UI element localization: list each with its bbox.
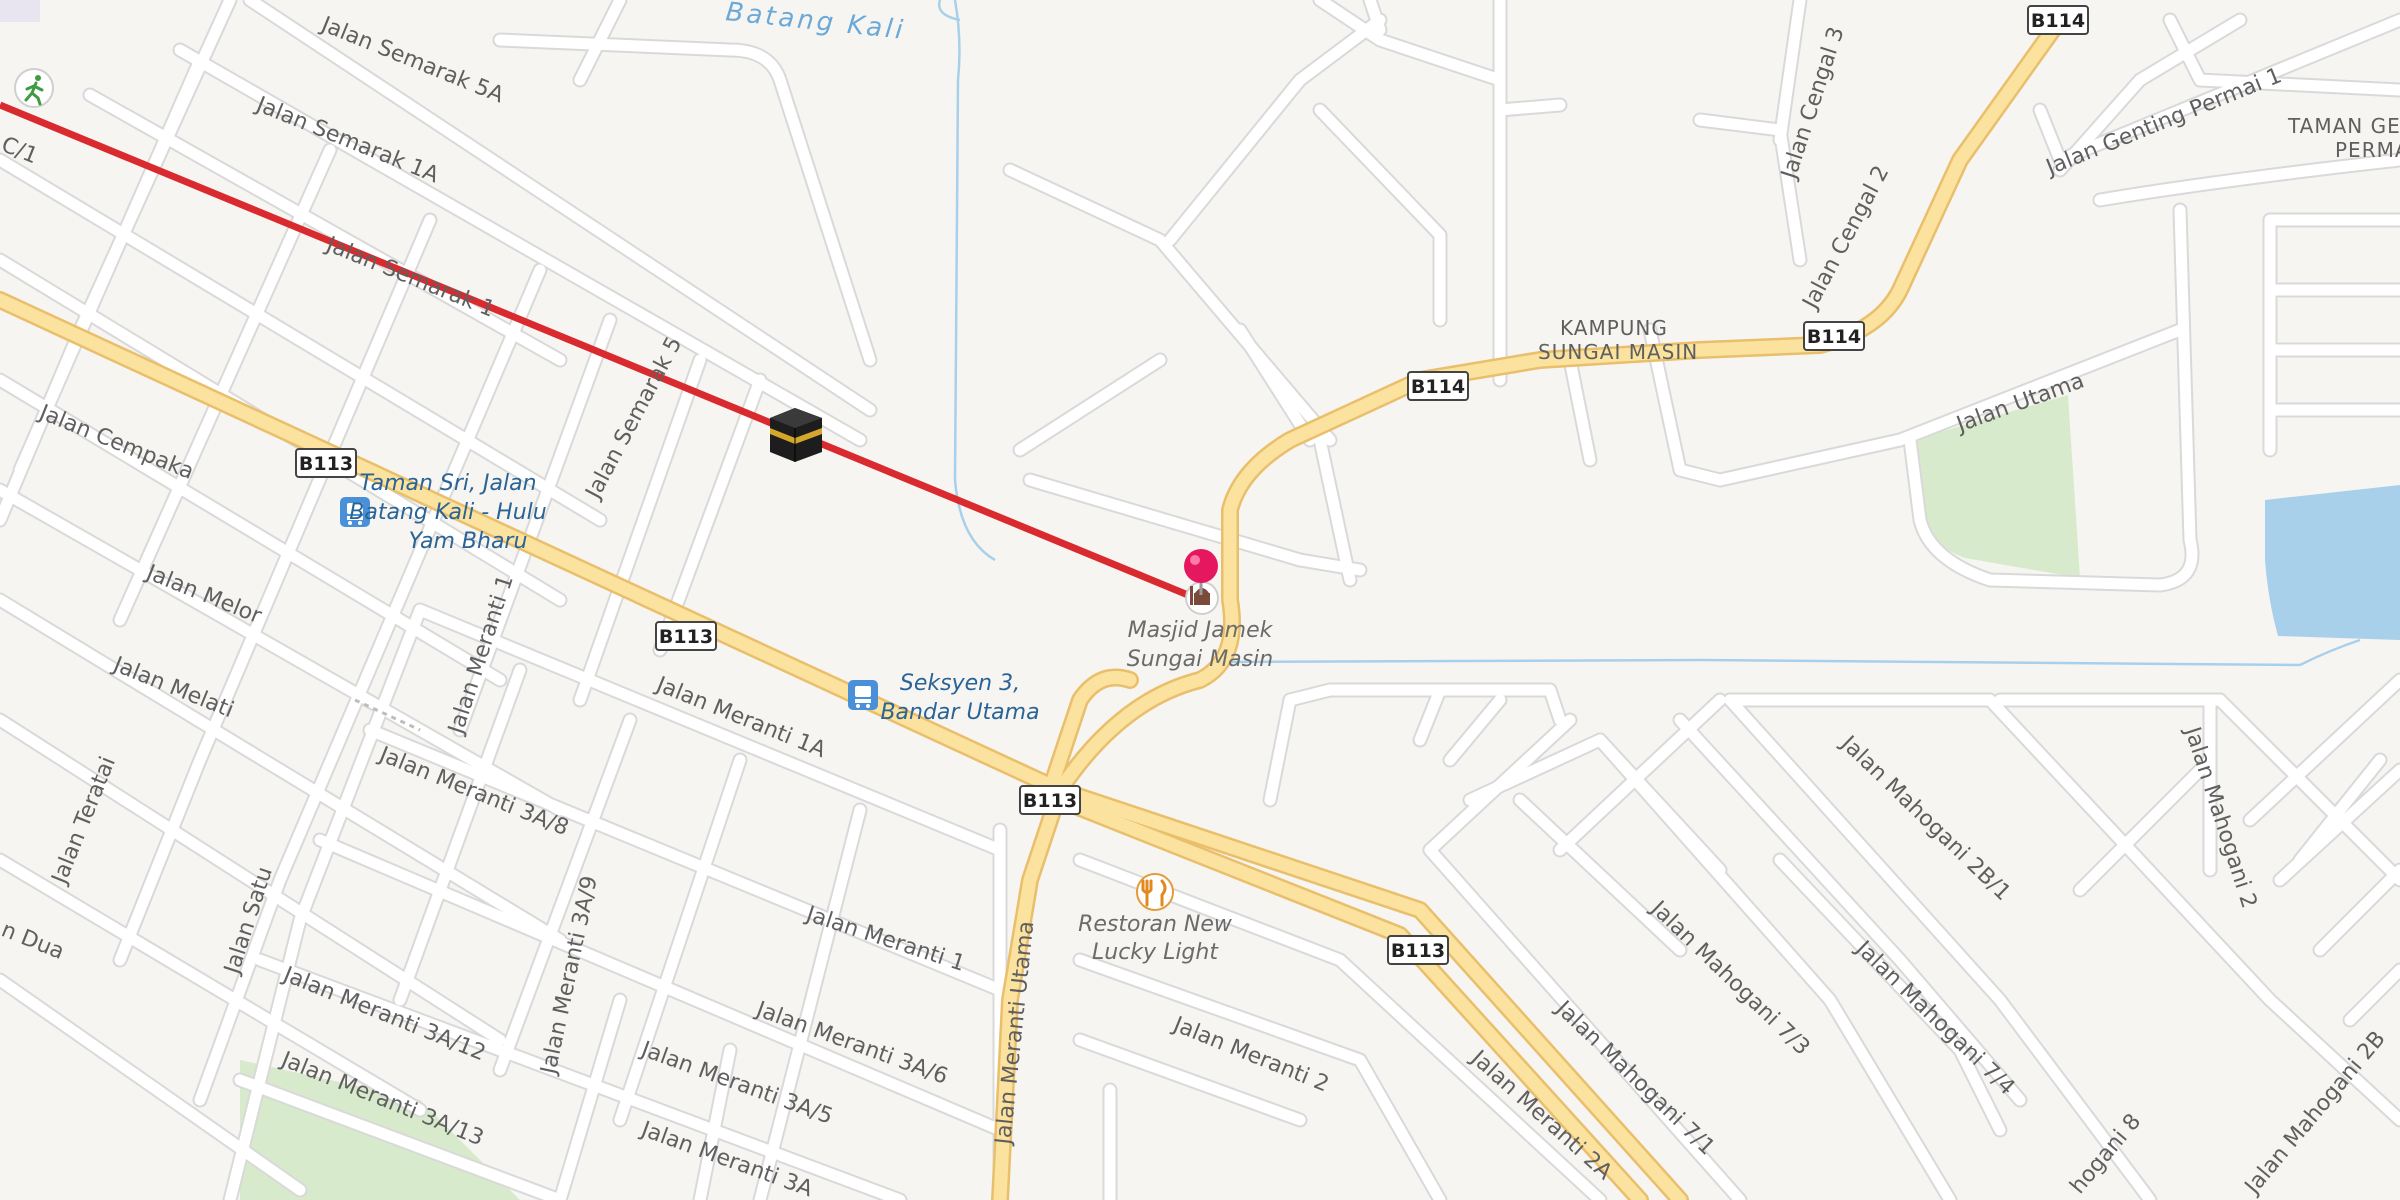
mosque-label[interactable]: Sungai Masin	[1127, 647, 1273, 672]
svg-text:B114: B114	[1411, 376, 1465, 398]
lake	[2265, 485, 2400, 640]
place-label: PERMA	[2335, 138, 2400, 162]
svg-text:B113: B113	[299, 453, 353, 475]
route-shield-b113: B113	[655, 621, 717, 651]
svg-text:B114: B114	[1807, 326, 1861, 348]
restaurant-label[interactable]: Lucky Light	[1092, 940, 1219, 965]
svg-text:B113: B113	[1023, 790, 1077, 812]
route-shield-b113: B113	[1387, 935, 1449, 965]
route-shield-b114: B114	[2027, 5, 2089, 35]
svg-text:B113: B113	[1391, 940, 1445, 962]
map-tile-corner	[0, 0, 40, 22]
bus-stop-icon[interactable]	[848, 680, 878, 710]
place-label: KAMPUNG	[1560, 316, 1668, 340]
bus-stop-label[interactable]: Seksyen 3,	[900, 671, 1020, 696]
bus-stop-label[interactable]: Taman Sri, Jalan	[359, 471, 536, 496]
route-shield-b114: B114	[1803, 321, 1865, 351]
bus-stop-label[interactable]: Batang Kali - Hulu	[349, 500, 546, 525]
restaurant-icon[interactable]	[1136, 873, 1174, 911]
route-shield-b113: B113	[1019, 785, 1081, 815]
place-label: SUNGAI MASIN	[1538, 340, 1698, 364]
svg-text:B113: B113	[659, 626, 713, 648]
place-label: TAMAN GEN	[2287, 114, 2400, 138]
route-shield-b114: B114	[1407, 371, 1469, 401]
bus-stop-label[interactable]: Yam Bharu	[409, 529, 528, 554]
mosque-label[interactable]: Masjid Jamek	[1128, 618, 1274, 643]
kaaba-icon	[770, 408, 822, 462]
bus-stop-label[interactable]: Bandar Utama	[880, 700, 1039, 725]
map-canvas[interactable]: Batang Kali Jalan Semarak 5A Jalan Semar…	[0, 0, 2400, 1200]
svg-text:B114: B114	[2031, 10, 2085, 32]
restaurant-label[interactable]: Restoran New	[1078, 912, 1233, 937]
route-shield-b113: B113	[295, 448, 357, 478]
hiking-icon[interactable]	[14, 68, 54, 108]
